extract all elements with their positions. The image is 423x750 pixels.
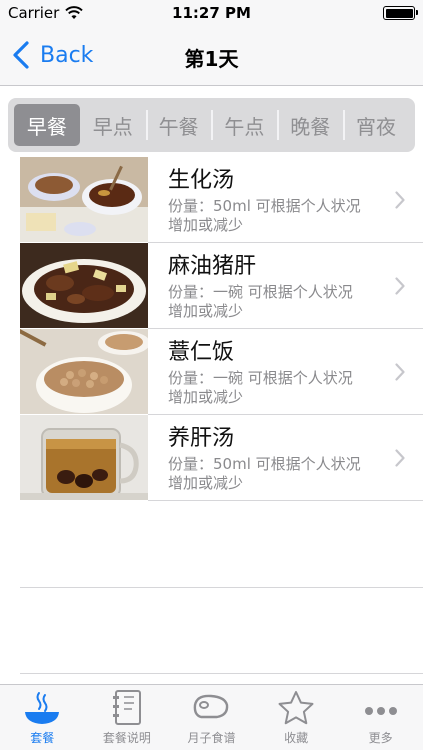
meal-name: 生化汤 xyxy=(168,168,235,193)
chevron-right-icon xyxy=(395,277,405,295)
meal-portion-note: 增加或减少 xyxy=(168,216,244,234)
meal-photo xyxy=(20,157,148,242)
segment-dinner[interactable]: 晚餐 xyxy=(277,104,343,146)
segment-afternoon-snack[interactable]: 午点 xyxy=(211,104,277,146)
tab-label: 套餐 xyxy=(30,731,55,745)
chevron-right-icon xyxy=(395,449,405,467)
chevron-right-icon xyxy=(395,363,405,381)
meal-info: 生化汤 份量：50ml 可根据个人状况 增加或减少 xyxy=(168,167,379,235)
app-screen: Carrier 11:27 PM Back 第1天 早餐 早点 午餐 午点 晚餐… xyxy=(0,0,423,750)
tab-label: 套餐说明 xyxy=(102,731,151,745)
list-separator xyxy=(20,587,423,588)
star-icon xyxy=(278,691,314,725)
meal-info: 麻油猪肝 份量：一碗 可根据个人状况 增加或减少 xyxy=(168,253,379,321)
tab-meal-plan[interactable]: 套餐 xyxy=(0,685,85,750)
meal-portion-text: 份量：一碗 可根据个人状况 xyxy=(168,283,353,301)
meal-row-shenghua-soup[interactable]: 生化汤 份量：50ml 可根据个人状况 增加或减少 xyxy=(20,157,423,243)
meal-portion-text: 份量：50ml 可根据个人状况 xyxy=(168,455,361,473)
meal-portion-text: 份量：一碗 可根据个人状况 xyxy=(168,369,353,387)
meal-portion-text: 份量：50ml 可根据个人状况 xyxy=(168,197,361,215)
segment-lunch[interactable]: 午餐 xyxy=(145,104,212,146)
meal-portion-note: 增加或减少 xyxy=(168,302,244,320)
tab-bar: 套餐 套餐说明 月子食谱 收藏 更多 xyxy=(0,684,423,750)
tab-meal-plan-notes[interactable]: 套餐说明 xyxy=(85,685,170,750)
segment-late-night[interactable]: 宵夜 xyxy=(343,104,409,146)
meal-row-liver-nourishing-soup[interactable]: 养肝汤 份量：50ml 可根据个人状况 增加或减少 xyxy=(20,415,423,501)
bowl-icon xyxy=(25,692,60,724)
meal-description: 份量：一碗 可根据个人状况 增加或减少 xyxy=(168,283,379,321)
meal-name: 养肝汤 xyxy=(168,426,235,451)
navigation-bar: Back 第1天 xyxy=(0,28,423,86)
meal-row-sesame-pork-liver[interactable]: 麻油猪肝 份量：一碗 可根据个人状况 增加或减少 xyxy=(20,243,423,329)
meal-name: 麻油猪肝 xyxy=(168,254,257,279)
meal-name: 薏仁饭 xyxy=(168,340,235,365)
chevron-right-icon xyxy=(395,191,405,209)
meal-segmented-control: 早餐 早点 午餐 午点 晚餐 宵夜 xyxy=(8,98,415,152)
battery-icon xyxy=(383,6,418,20)
status-bar: Carrier 11:27 PM xyxy=(0,0,423,28)
segment-morning-snack[interactable]: 早点 xyxy=(80,104,146,146)
tab-more[interactable]: 更多 xyxy=(338,685,423,750)
status-time: 11:27 PM xyxy=(172,4,251,22)
meal-info: 养肝汤 份量：50ml 可根据个人状况 增加或减少 xyxy=(168,425,379,493)
meal-row-coix-seed-rice[interactable]: 薏仁饭 份量：一碗 可根据个人状况 增加或减少 xyxy=(20,329,423,415)
tab-label: 更多 xyxy=(368,731,393,745)
meat-icon xyxy=(194,694,229,719)
meal-info: 薏仁饭 份量：一碗 可根据个人状况 增加或减少 xyxy=(168,339,379,407)
tab-favorites[interactable]: 收藏 xyxy=(254,685,339,750)
meal-description: 份量：50ml 可根据个人状况 增加或减少 xyxy=(168,455,379,493)
meal-portion-note: 增加或减少 xyxy=(168,474,244,492)
tab-label: 月子食谱 xyxy=(187,731,236,745)
notebook-icon xyxy=(112,690,141,725)
segment-breakfast[interactable]: 早餐 xyxy=(14,104,80,146)
tab-confinement-recipes[interactable]: 月子食谱 xyxy=(169,685,254,750)
status-right xyxy=(383,6,418,20)
meal-photo xyxy=(20,415,148,500)
page-title: 第1天 xyxy=(184,47,239,71)
more-dots-icon xyxy=(364,707,397,715)
list-separator xyxy=(20,673,423,674)
meal-photo xyxy=(20,243,148,328)
meal-portion-note: 增加或减少 xyxy=(168,388,244,406)
tab-label: 收藏 xyxy=(284,731,309,745)
meal-photo xyxy=(20,329,148,414)
meal-list: 生化汤 份量：50ml 可根据个人状况 增加或减少 麻油猪肝 份量：一碗 可根据… xyxy=(20,157,423,501)
meal-description: 份量：50ml 可根据个人状况 增加或减少 xyxy=(168,197,379,235)
meal-description: 份量：一碗 可根据个人状况 增加或减少 xyxy=(168,369,379,407)
